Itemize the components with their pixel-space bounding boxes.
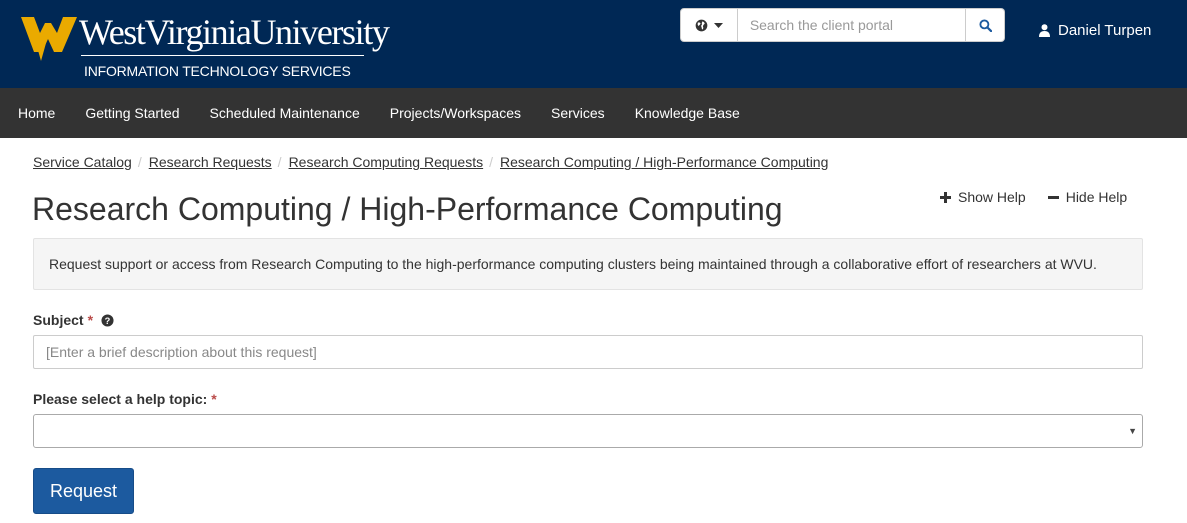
minus-icon xyxy=(1047,195,1059,199)
search-button[interactable] xyxy=(966,8,1005,42)
portal-search xyxy=(680,8,1005,42)
nav-item-knowledge-base[interactable]: Knowledge Base xyxy=(620,88,755,138)
main-nav: Home Getting Started Scheduled Maintenan… xyxy=(0,88,1187,138)
subject-label: Subject * ? xyxy=(33,312,114,328)
required-asterisk: * xyxy=(211,391,217,407)
site-header: WestVirginiaUniversity INFORMATION TECHN… xyxy=(0,0,1187,88)
logo-subtitle: INFORMATION TECHNOLOGY SERVICES xyxy=(84,63,351,79)
service-description: Request support or access from Research … xyxy=(33,238,1143,290)
breadcrumb-separator: / xyxy=(137,154,142,170)
nav-item-services[interactable]: Services xyxy=(536,88,620,138)
plus-icon xyxy=(940,191,951,203)
subject-label-text: Subject xyxy=(33,312,84,328)
required-asterisk: * xyxy=(87,312,94,328)
show-help-label: Show Help xyxy=(958,189,1026,205)
request-button[interactable]: Request xyxy=(33,468,134,514)
breadcrumb-separator: / xyxy=(277,154,282,170)
show-help-button[interactable]: Show Help xyxy=(940,189,1026,205)
user-menu[interactable]: Daniel Turpen xyxy=(1039,20,1151,40)
hide-help-label: Hide Help xyxy=(1065,189,1128,205)
nav-item-getting-started[interactable]: Getting Started xyxy=(70,88,194,138)
breadcrumb: Service Catalog / Research Requests / Re… xyxy=(33,154,828,170)
wvu-logo[interactable]: WestVirginiaUniversity INFORMATION TECHN… xyxy=(21,12,390,82)
hide-help-button[interactable]: Hide Help xyxy=(1047,189,1128,205)
search-scope-button[interactable] xyxy=(680,8,738,42)
help-topic-label-text: Please select a help topic: xyxy=(33,391,208,407)
caret-down-icon xyxy=(713,22,723,28)
globe-icon xyxy=(695,19,708,31)
subject-input[interactable] xyxy=(33,335,1143,369)
help-topic-select[interactable]: ▼ xyxy=(33,414,1143,448)
breadcrumb-service-catalog[interactable]: Service Catalog xyxy=(33,154,132,170)
user-name: Daniel Turpen xyxy=(1058,21,1152,39)
question-circle-icon[interactable]: ? xyxy=(101,313,114,327)
page-title: Research Computing / High-Performance Co… xyxy=(32,191,783,227)
user-icon xyxy=(1039,23,1050,37)
nav-item-projects-workspaces[interactable]: Projects/Workspaces xyxy=(375,88,536,138)
breadcrumb-current-page[interactable]: Research Computing / High-Performance Co… xyxy=(500,154,828,170)
logo-wordmark: WestVirginiaUniversity xyxy=(79,12,390,52)
search-input[interactable] xyxy=(737,8,967,42)
logo-divider xyxy=(81,55,364,56)
nav-item-home[interactable]: Home xyxy=(0,88,70,138)
flying-wv-logo-icon xyxy=(21,17,77,61)
dropdown-arrow-icon: ▼ xyxy=(1128,426,1137,436)
help-topic-label: Please select a help topic: * xyxy=(33,391,217,407)
breadcrumb-separator: / xyxy=(489,154,493,170)
nav-item-scheduled-maintenance[interactable]: Scheduled Maintenance xyxy=(195,88,375,138)
breadcrumb-research-requests[interactable]: Research Requests xyxy=(149,154,272,170)
breadcrumb-research-computing-requests[interactable]: Research Computing Requests xyxy=(289,154,484,170)
search-icon xyxy=(979,18,992,32)
svg-text:?: ? xyxy=(105,315,111,325)
help-toggle-links: Show Help Hide Help xyxy=(940,189,1127,205)
